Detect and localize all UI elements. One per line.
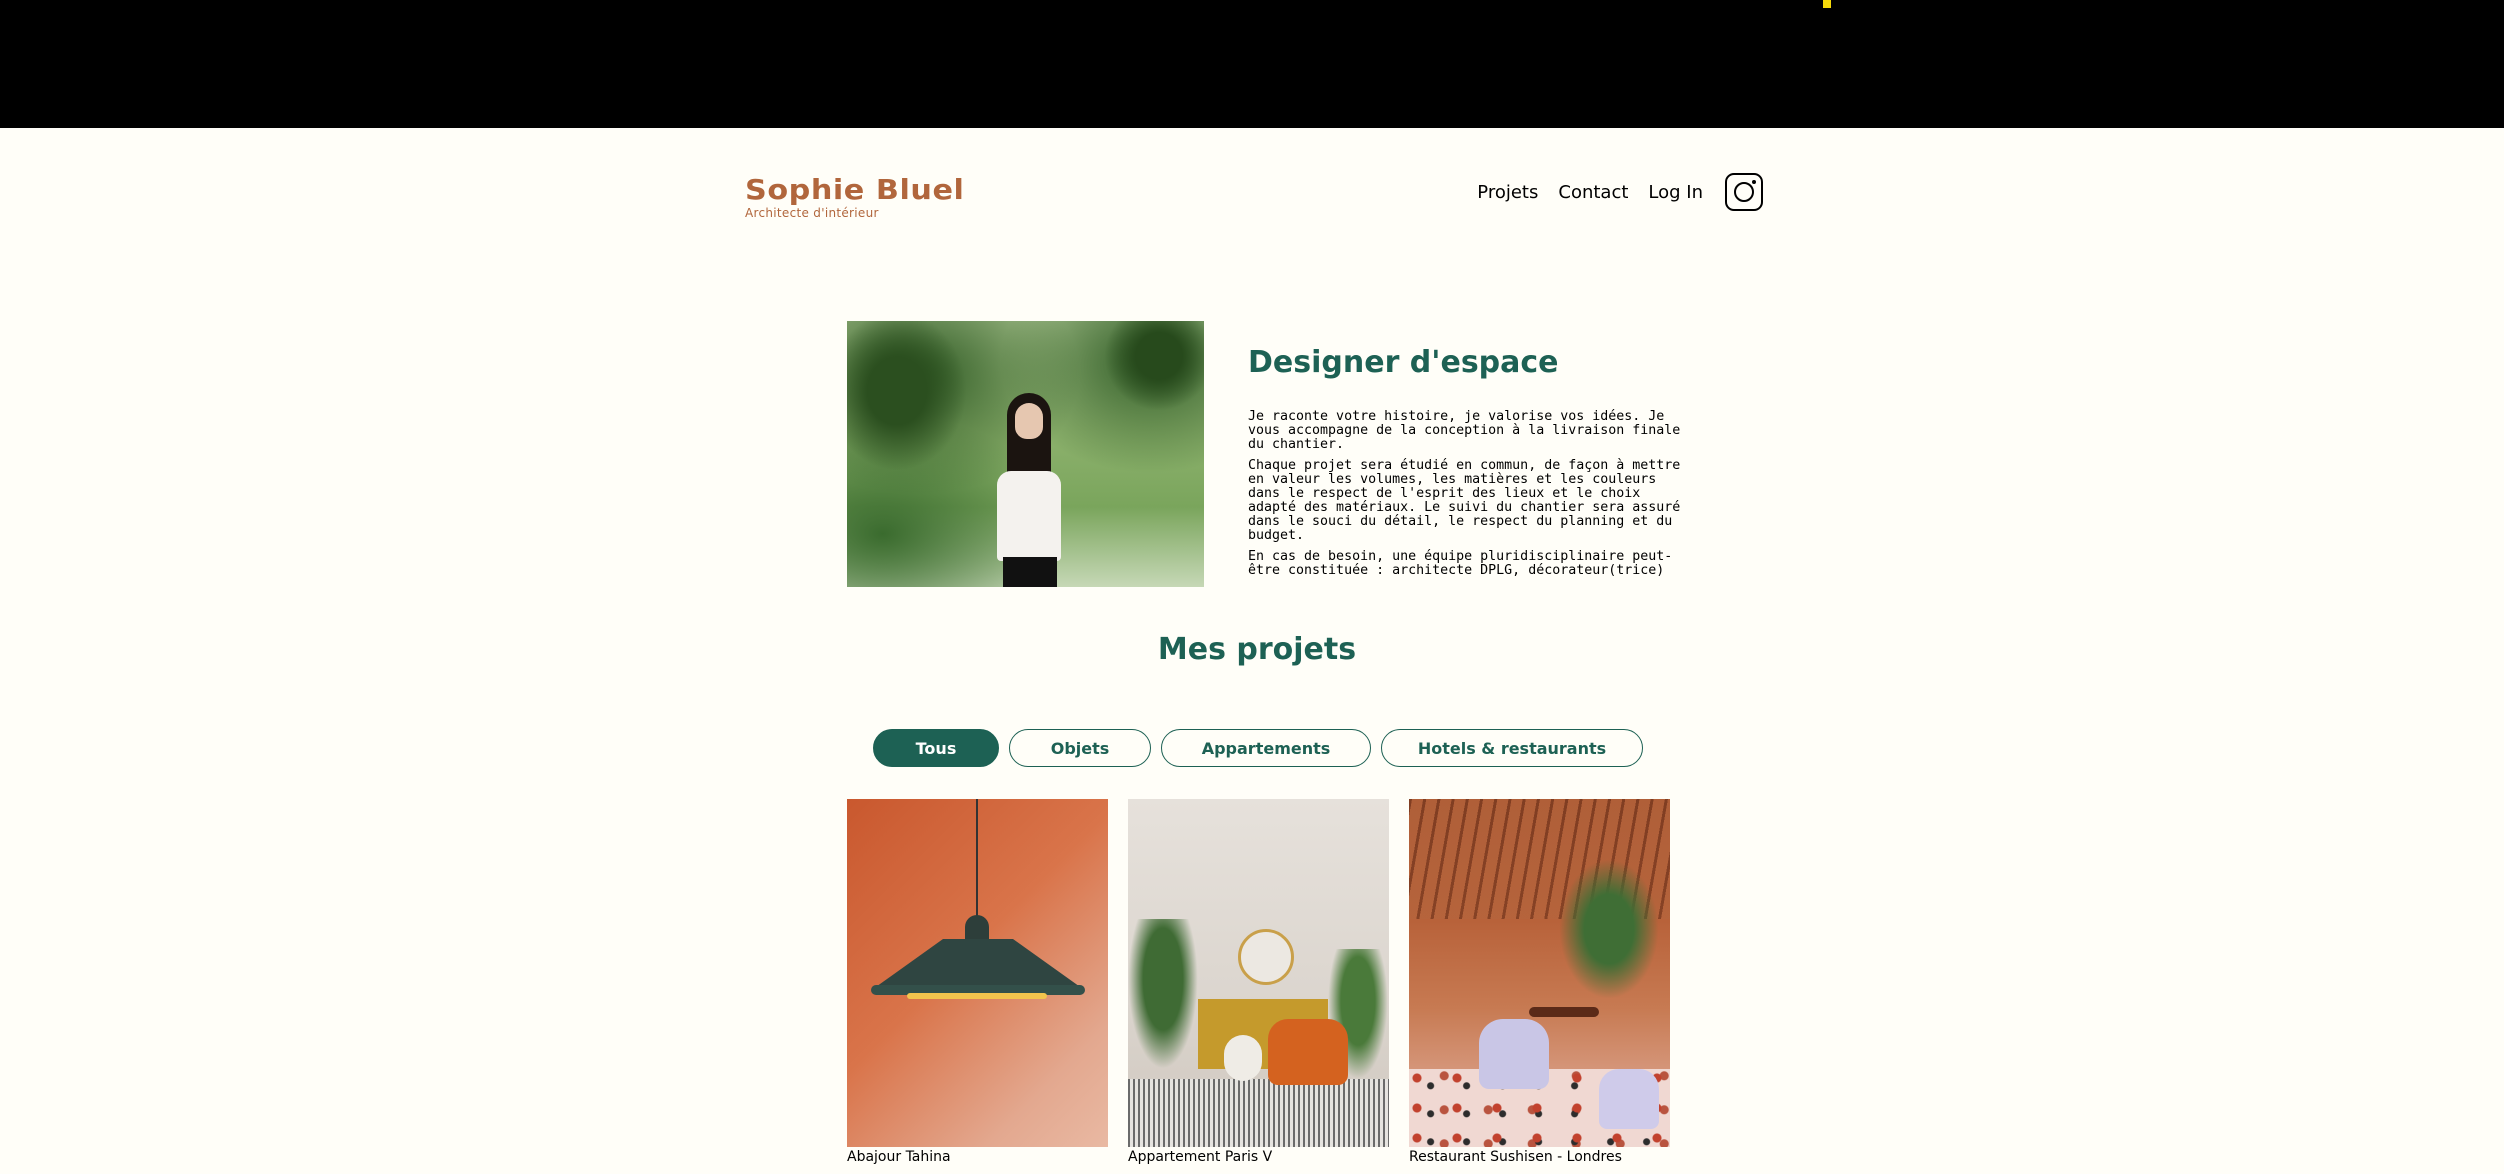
nav-contact[interactable]: Contact <box>1558 182 1628 203</box>
gallery-image-restaurant[interactable] <box>1409 799 1670 1147</box>
intro-paragraph: Je raconte votre histoire, je valorise v… <box>1248 409 1681 452</box>
brand-name: Sophie Bluel <box>745 173 965 206</box>
intro-paragraph: En cas de besoin, une équipe pluridiscip… <box>1248 549 1673 578</box>
intro-text: Je raconte votre histoire, je valorise v… <box>1248 410 1688 585</box>
filter-hotels-restaurants[interactable]: Hotels & restaurants <box>1381 729 1643 767</box>
gallery-caption: Abajour Tahina <box>847 1149 951 1165</box>
instagram-lens <box>1734 182 1754 202</box>
gallery-item[interactable]: Appartement Paris V <box>1128 799 1389 1165</box>
browser-top-bar <box>0 0 2504 128</box>
yellow-marker <box>1823 0 1831 8</box>
gallery-item[interactable]: Abajour Tahina <box>847 799 1108 1165</box>
gallery-image-lamp[interactable] <box>847 799 1108 1147</box>
intro-portrait-photo <box>847 321 1204 587</box>
filter-tous[interactable]: Tous <box>873 729 999 767</box>
main-nav: Projets Contact Log In <box>1457 170 1763 214</box>
nav-projets[interactable]: Projets <box>1477 182 1538 203</box>
gallery-item[interactable]: Restaurant Sushisen - Londres <box>1409 799 1670 1165</box>
intro-title: Designer d'espace <box>1248 345 1559 380</box>
filter-objets[interactable]: Objets <box>1009 729 1151 767</box>
filter-appartements[interactable]: Appartements <box>1161 729 1371 767</box>
portfolio-title: Mes projets <box>1157 632 1357 667</box>
filter-bar: Tous Objets Appartements Hotels & restau… <box>873 729 1653 767</box>
brand-subtitle: Architecte d'intérieur <box>745 206 879 220</box>
nav-login[interactable]: Log In <box>1648 182 1703 203</box>
gallery-caption: Restaurant Sushisen - Londres <box>1409 1149 1622 1165</box>
site-header: Sophie Bluel Architecte d'intérieur Proj… <box>745 170 1763 230</box>
intro-paragraph: Chaque projet sera étudié en commun, de … <box>1248 458 1681 543</box>
gallery-image-apartment[interactable] <box>1128 799 1389 1147</box>
logo[interactable]: Sophie Bluel Architecte d'intérieur <box>745 176 964 221</box>
instagram-icon[interactable] <box>1725 173 1763 211</box>
instagram-dot <box>1752 180 1756 184</box>
gallery-caption: Appartement Paris V <box>1128 1149 1273 1165</box>
